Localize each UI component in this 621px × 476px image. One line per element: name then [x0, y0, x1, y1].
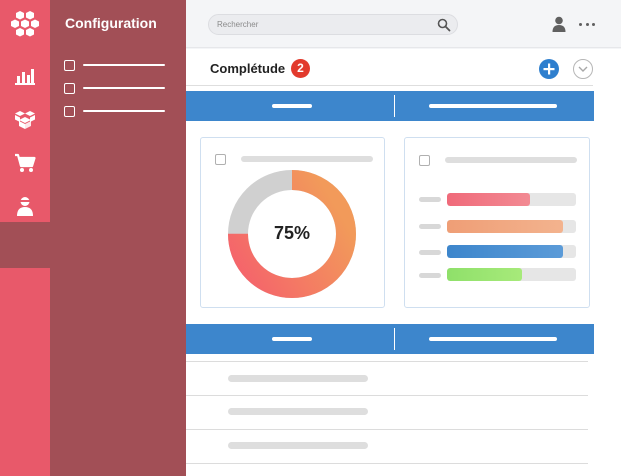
search-input[interactable] — [217, 17, 422, 32]
divider — [186, 85, 593, 86]
nav-analytics[interactable] — [0, 58, 50, 94]
completion-percent: 75% — [273, 223, 311, 243]
row-divider — [186, 429, 588, 430]
progress-bar-3 — [447, 245, 576, 258]
bar-label-placeholder — [419, 250, 441, 255]
header-placeholder — [272, 104, 312, 108]
cart-icon — [15, 153, 36, 172]
column-separator — [394, 95, 395, 117]
add-button[interactable] — [539, 59, 559, 79]
nav-profile[interactable] — [0, 188, 50, 224]
icon-rail — [0, 0, 50, 476]
table-row[interactable] — [228, 408, 368, 415]
page-title: Complétude — [210, 61, 286, 76]
checkbox[interactable] — [64, 82, 75, 94]
progress-fill — [447, 220, 564, 233]
progress-fill — [447, 193, 530, 206]
config-option-2[interactable] — [64, 82, 174, 94]
app-root: Configuration Rechercher Complétude 2 75… — [0, 0, 621, 476]
progress-bar-1 — [447, 193, 576, 206]
chevron-down-icon — [578, 66, 588, 72]
header-placeholder — [429, 337, 557, 341]
user-icon — [17, 197, 33, 216]
config-option-1[interactable] — [64, 59, 174, 71]
placeholder-line — [241, 156, 373, 162]
top-bar — [186, 0, 621, 48]
placeholder-line — [83, 64, 165, 66]
placeholder-line — [83, 87, 165, 89]
checkbox[interactable] — [64, 105, 75, 117]
bar-label-placeholder — [419, 273, 441, 278]
table-header-band — [186, 91, 594, 121]
column-separator — [394, 328, 395, 350]
table-header-band — [186, 324, 594, 354]
completion-donut-card: 75% — [200, 137, 385, 308]
configuration-panel: Configuration — [50, 0, 186, 476]
progress-bar-2 — [447, 220, 576, 233]
bar-label-placeholder — [419, 224, 441, 229]
hexagon-logo-icon[interactable] — [9, 8, 41, 40]
progress-bars-card — [404, 137, 590, 308]
boxes-icon — [15, 111, 35, 129]
panel-title: Configuration — [65, 15, 157, 31]
progress-fill — [447, 268, 522, 281]
checkbox[interactable] — [64, 59, 75, 71]
bar-label-placeholder — [419, 197, 441, 202]
placeholder-line — [445, 157, 577, 163]
header-placeholder — [272, 337, 312, 341]
count-badge: 2 — [291, 59, 310, 78]
search-icon[interactable] — [437, 18, 451, 32]
config-option-3[interactable] — [64, 105, 174, 117]
search-box — [208, 14, 458, 35]
account-icon[interactable] — [552, 16, 566, 32]
card-checkbox[interactable] — [419, 155, 430, 166]
nav-cart[interactable] — [0, 145, 50, 181]
header-placeholder — [429, 104, 557, 108]
nav-products[interactable] — [0, 102, 50, 138]
table-row[interactable] — [228, 442, 368, 449]
placeholder-line — [83, 110, 165, 112]
progress-fill — [447, 245, 564, 258]
row-divider — [186, 463, 588, 464]
plus-icon — [543, 63, 555, 75]
bar-chart-icon — [15, 69, 35, 85]
more-options-icon[interactable] — [579, 17, 595, 31]
progress-bar-4 — [447, 268, 576, 281]
rail-selected-item[interactable] — [0, 222, 50, 268]
row-divider — [186, 395, 588, 396]
card-checkbox[interactable] — [215, 154, 226, 165]
table-row[interactable] — [228, 375, 368, 382]
row-divider — [186, 361, 588, 362]
collapse-button[interactable] — [573, 59, 593, 79]
main-content: Complétude 2 75% — [186, 49, 621, 476]
